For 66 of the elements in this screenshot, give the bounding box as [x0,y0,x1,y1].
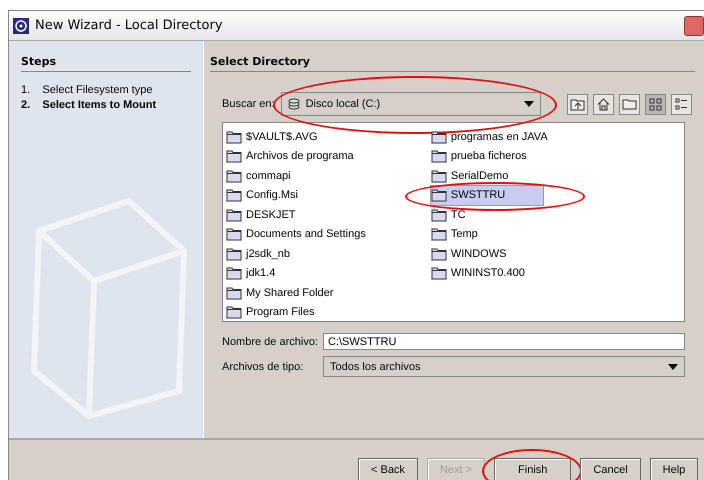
folder-icon [430,130,447,144]
home-icon [597,98,610,110]
grid-icon [649,98,662,110]
wizard-button[interactable]: Finish [494,458,572,480]
folder-icon [226,130,242,144]
details-view-button[interactable] [671,94,692,114]
window-title: New Wizard - Local Directory [35,18,223,33]
folder-item[interactable]: WINDOWS [430,244,568,264]
folder-item[interactable]: SerialDemo [430,166,570,186]
folder-icon [226,188,242,202]
folder-icon [430,168,447,183]
wizard-button[interactable]: < Back [358,458,418,480]
list-view-button[interactable] [645,94,666,114]
folder-icon [226,266,242,280]
folder-icon [226,149,242,164]
file-type-dropdown[interactable]: Todos los archivos [323,356,685,377]
step-item: 2. Select Items to Mount [21,99,158,111]
folder-icon [622,98,637,110]
folder-icon [430,227,447,242]
step-item: 1. Select Filesystem type [21,84,154,96]
drive-icon [288,98,300,110]
folder-icon [226,227,242,242]
folder-icon [430,246,447,261]
folder-item[interactable]: DESKJET [226,205,357,224]
app-icon [13,18,29,34]
folder-item[interactable]: jdk1.4 [226,264,336,283]
list-icon [675,98,688,110]
dropdown-arrow-icon [668,364,678,370]
folder-icon [430,149,447,164]
look-in-dropdown[interactable]: Disco local (C:) [280,92,541,116]
folder-item[interactable]: j2sdk_nb [226,244,352,264]
look-in-label: Buscar en: [222,98,275,110]
folder-icon [430,208,447,222]
folder-item[interactable]: My Shared Folder [226,283,394,302]
file-name-label: Nombre de archivo: [222,336,319,348]
wizard-button[interactable]: Cancel [580,458,641,480]
steps-heading: Steps [21,55,191,72]
folder-icon [226,168,242,183]
folder-icon [226,208,242,222]
file-name-field[interactable]: C:\SWSTTRU [323,333,685,350]
up-folder-button[interactable] [567,94,588,114]
home-button[interactable] [593,94,614,114]
file-type-label: Archivos de tipo: [222,360,304,372]
folder-item[interactable]: Archivos de programa [226,146,415,166]
folder-icon [430,188,447,202]
new-folder-button[interactable] [619,94,640,114]
folder-item[interactable]: Config.Msi [226,186,359,205]
close-button[interactable] [684,16,704,36]
folder-item[interactable]: prueba ficheros [430,146,588,166]
folder-item[interactable]: Program Files [226,302,376,322]
folder-icon [226,286,242,300]
folder-item[interactable]: programas en JAVA [430,127,609,146]
folder-item[interactable]: TC [430,205,527,224]
folder-item[interactable]: Temp [430,224,539,244]
dropdown-arrow-icon [524,101,534,107]
section-heading: Select Directory [210,55,695,72]
folder-icon [226,305,242,320]
wizard-button[interactable]: Help [650,458,698,480]
folder-item[interactable]: Documents and Settings [226,224,427,244]
folder-item[interactable]: commapi [226,166,352,186]
folder-item[interactable]: SWSTTRU [430,186,543,205]
folder-icon [430,266,447,280]
folder-item[interactable]: WININST0.400 [430,264,586,283]
folder-icon [226,246,242,261]
folder-up-icon [570,98,585,110]
folder-item[interactable]: $VAULT$.AVG [226,127,379,146]
